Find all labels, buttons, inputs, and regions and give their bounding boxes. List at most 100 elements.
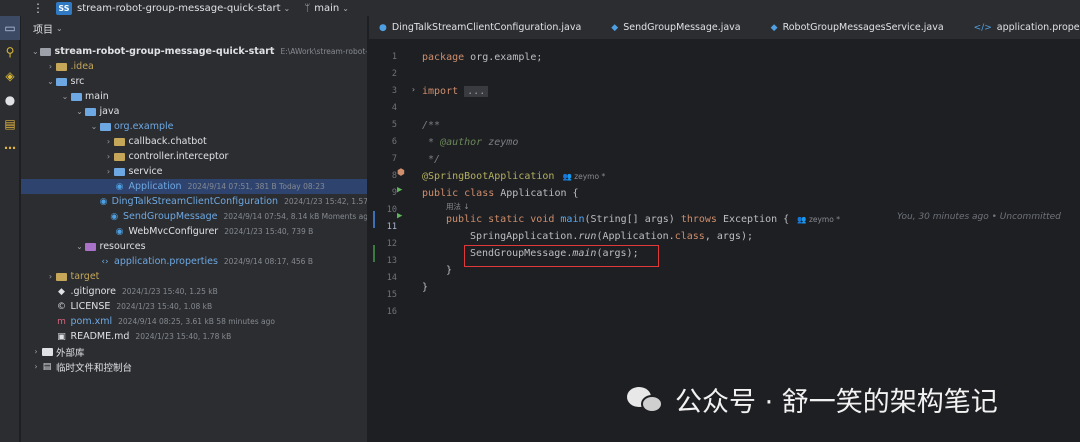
license-icon: © (57, 301, 66, 312)
folder-icon (85, 242, 97, 252)
chevron-down-icon[interactable]: ⌄ (46, 77, 56, 86)
tree-item[interactable]: › callback.chatbot (21, 134, 367, 149)
chevron-right-icon[interactable]: › (31, 347, 41, 356)
database-icon[interactable]: ▤ (0, 112, 20, 136)
author-inlay[interactable]: 👥 zeymo * (797, 215, 840, 224)
folder-icon (85, 107, 97, 117)
run-class-icon[interactable]: ▶ (397, 185, 402, 195)
chevron-down-icon[interactable]: ⌄ (31, 47, 41, 56)
chevron-down-icon[interactable]: ⌄ (60, 92, 70, 101)
tab-application-properties[interactable]: </>application.properties (974, 22, 1080, 33)
chevron-right-icon[interactable]: › (104, 167, 114, 176)
line-number: 4 (391, 103, 397, 113)
tree-item-label: SendGroupMessage (123, 211, 218, 222)
tree-item[interactable]: › ▤ 临时文件和控制台 (21, 359, 367, 374)
more-tools-icon[interactable]: ⋯ (0, 136, 20, 160)
tree-item[interactable]: ⌄ src (21, 74, 367, 89)
maven-icon: m (57, 316, 66, 327)
code-line-7: */ (422, 154, 441, 165)
chevron-down-icon[interactable]: ⌄ (75, 107, 85, 116)
file-meta: 2024/1/23 15:40, 1.08 kB (116, 302, 213, 311)
watermark-text: 公众号 · 舒一笑的架构笔记 (675, 387, 998, 418)
tree-item[interactable]: ◆ .gitignore 2024/1/23 15:40, 1.25 kB (21, 284, 367, 299)
git-branch-icon[interactable]: ᛘ (304, 3, 310, 14)
tree-item[interactable]: ◉ DingTalkStreamClientConfiguration 2024/1… (21, 194, 368, 209)
author-inlay[interactable]: 👥 zeymo * (562, 172, 605, 181)
chevron-right-icon[interactable]: › (104, 137, 114, 146)
tab-dingtalk-config[interactable]: ● DingTalkStreamClientConfiguration.java (379, 22, 581, 33)
line-number: 5 (391, 120, 397, 130)
class-icon: ◉ (99, 196, 108, 207)
chevron-down-icon[interactable]: ⌄ (284, 4, 291, 13)
tree-item[interactable]: › service (21, 164, 367, 179)
line-number: 14 (386, 273, 397, 283)
tree-item-label: controller.interceptor (128, 151, 229, 162)
tree-item[interactable]: › .idea (21, 59, 367, 74)
branch-switcher[interactable]: main (314, 3, 339, 14)
main-menu-icon[interactable]: ⋮ (28, 1, 48, 15)
tree-item[interactable]: › target (21, 269, 367, 284)
folder-icon (40, 47, 52, 57)
tree-item-label: README.md (70, 331, 130, 342)
tree-item-label: DingTalkStreamClientConfiguration (111, 196, 279, 207)
tree-item-label: callback.chatbot (128, 136, 207, 147)
tree-item[interactable]: © LICENSE 2024/1/23 15:40, 1.08 kB (21, 299, 367, 314)
folder-icon (114, 152, 126, 162)
project-switcher[interactable]: stream-robot-group-message-quick-start (77, 3, 281, 14)
project-tool-window: 项目 ⌄ ⌄ stream-robot-group-message-quick-s… (21, 16, 368, 442)
tree-item[interactable]: ⌄ org.example (21, 119, 367, 134)
tree-item-label: pom.xml (70, 316, 113, 327)
github-icon[interactable]: ● (0, 88, 20, 112)
bean-icon[interactable]: ⬢ (397, 168, 405, 178)
folded-imports[interactable]: ... (464, 86, 489, 97)
tree-item[interactable]: ◉ SendGroupMessage 2024/9/14 07:54, 8.14 k… (21, 209, 367, 224)
tree-item[interactable]: m pom.xml 2024/9/14 08:25, 3.61 kB 58 minu… (21, 314, 367, 329)
line-number: 16 (386, 307, 397, 317)
fold-import-icon[interactable]: › (411, 85, 416, 94)
tree-item[interactable]: › controller.interceptor (21, 149, 367, 164)
tree-item-label: service (128, 166, 163, 177)
chevron-right-icon[interactable]: › (104, 152, 114, 161)
project-tool-icon[interactable]: ▭ (0, 16, 20, 40)
tree-item[interactable]: ⌄ resources (21, 239, 367, 254)
properties-icon: </> (973, 22, 992, 33)
tree-item[interactable]: ▣ README.md 2024/1/23 15:40, 1.78 kB (21, 329, 367, 344)
chevron-right-icon[interactable]: › (31, 362, 41, 371)
git-tool-icon[interactable]: ◈ (0, 64, 20, 88)
chevron-down-icon[interactable]: ⌄ (342, 4, 349, 13)
chevron-down-icon[interactable]: ⌄ (56, 24, 63, 33)
chevron-right-icon[interactable]: › (46, 272, 56, 281)
tree-item[interactable]: › 外部库 (21, 344, 367, 359)
tab-robot-group-messages-service[interactable]: ◆ RobotGroupMessagesService.java (771, 22, 944, 33)
folder-icon (70, 92, 82, 102)
chevron-down-icon[interactable]: ⌄ (89, 122, 99, 131)
tree-item[interactable]: ⌄ main (21, 89, 367, 104)
file-meta: 2024/1/23 15:42, 1.57 (284, 197, 368, 206)
chevron-down-icon[interactable]: ⌄ (75, 242, 85, 251)
chevron-right-icon[interactable]: › (46, 62, 56, 71)
tree-item[interactable]: ◉ Application 2024/9/14 07:51, 381 B Today… (21, 179, 367, 194)
tree-item-label: stream-robot-group-message-quick-start (54, 46, 275, 57)
tree-item[interactable]: ◉ WebMvcConfigurer 2024/1/23 15:40, 739 B (21, 224, 367, 239)
git-blame-annotation: You, 30 minutes ago • Uncommitted (897, 212, 1061, 222)
project-panel-header[interactable]: 项目 ⌄ (21, 16, 367, 40)
class-icon: ◉ (115, 226, 124, 237)
line-number: 15 (386, 290, 397, 300)
tree-item[interactable]: ⌄ stream-robot-group-message-quick-start E… (21, 44, 367, 59)
tree-item[interactable]: ⌄ java (21, 104, 367, 119)
project-badge[interactable]: SS (56, 1, 72, 15)
code-line-11: public static void main(String[] args) t… (446, 214, 840, 225)
wechat-logo-icon (625, 383, 667, 417)
tree-item-label: resources (99, 241, 146, 252)
class-icon: ◉ (110, 211, 119, 222)
tree-item[interactable]: ‹› application.properties 2024/9/14 08:17,… (21, 254, 367, 269)
code-line-3: import ... (422, 83, 489, 100)
code-line-12: SpringApplication.run(Application.class,… (470, 231, 753, 242)
properties-icon: ‹› (101, 256, 109, 267)
tree-item-label: application.properties (114, 256, 218, 267)
folder-icon (56, 77, 68, 87)
tab-send-group-message[interactable]: ◆ SendGroupMessage.java (611, 22, 740, 33)
tree-item-label: Application (128, 181, 182, 192)
run-main-icon[interactable]: ▶ (397, 211, 402, 221)
commit-tool-icon[interactable]: ⚲ (0, 40, 20, 64)
